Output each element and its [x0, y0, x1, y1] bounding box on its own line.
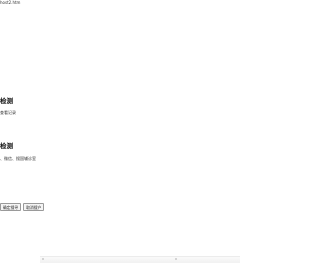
dot-icon [42, 258, 44, 260]
section-description: 查看记录 [0, 110, 16, 115]
section-title: 检测 [0, 142, 13, 150]
section-description: 、微信、搜国辅诊室 [0, 156, 36, 161]
confirm-button[interactable]: 确定搜寻 [0, 203, 22, 211]
dot-icon [175, 258, 177, 260]
bottom-strip [40, 256, 240, 263]
action-bar: 确定搜寻 取消搜户 [0, 203, 45, 211]
screen: host2.htm 检测 查看记录 检测 、微信、搜国辅诊室 确定搜寻 取消搜户 [0, 0, 265, 265]
page-url: host2.htm [0, 0, 21, 5]
cancel-button[interactable]: 取消搜户 [23, 203, 45, 211]
section-title: 检测 [0, 97, 13, 105]
